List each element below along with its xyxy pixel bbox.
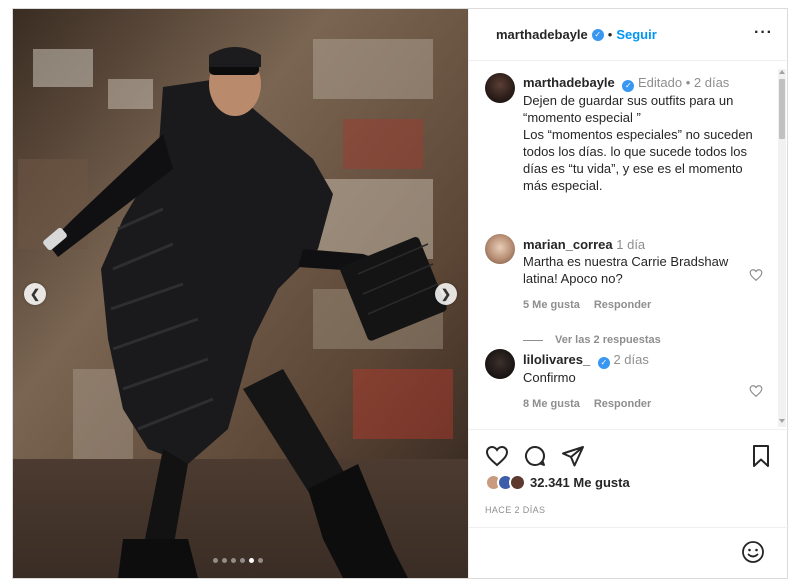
comment-actions: 5 Me gusta Responder bbox=[523, 297, 753, 314]
slide-dot bbox=[240, 558, 245, 563]
verified-badge-icon: ✓ bbox=[597, 357, 610, 369]
slide-indicator bbox=[213, 558, 263, 563]
comment-actions: 8 Me gusta Responder bbox=[523, 396, 753, 413]
verified-badge-icon: ✓ bbox=[622, 80, 635, 92]
slide-dot bbox=[222, 558, 227, 563]
comment-username[interactable]: marian_correa bbox=[523, 237, 613, 252]
caption-line: todos los días. lo que sucede todos los bbox=[523, 144, 748, 159]
caption-line: “momento especial ” bbox=[523, 110, 641, 125]
reply-button[interactable]: Responder bbox=[594, 297, 651, 314]
caption-line: más especial. bbox=[523, 178, 603, 193]
slide-dot-active bbox=[249, 558, 254, 563]
caption-line: días es “tu vida”, y ese es el momento bbox=[523, 161, 743, 176]
smiley-icon[interactable] bbox=[741, 540, 765, 564]
post-actions: 32.341 Me gusta HACE 2 DÍAS bbox=[469, 429, 789, 527]
post-media[interactable]: ❮ ❯ bbox=[13, 9, 468, 578]
caption-line: Dejen de guardar sus outfits para un bbox=[523, 93, 734, 108]
chevron-right-icon: ❯ bbox=[440, 287, 452, 301]
slide-dot bbox=[213, 558, 218, 563]
likes-count[interactable]: 32.341 Me gusta bbox=[530, 475, 630, 490]
slide-dot bbox=[231, 558, 236, 563]
caption-meta: Editado • 2 días bbox=[638, 75, 730, 90]
post-caption: marthadebayle ✓ Editado • 2 días Dejen d… bbox=[523, 74, 773, 194]
view-replies-label: Ver las 2 respuestas bbox=[555, 334, 661, 346]
view-replies-button[interactable]: Ver las 2 respuestas bbox=[523, 334, 661, 346]
liker-avatar bbox=[509, 474, 526, 491]
scroll-up-arrow-icon[interactable] bbox=[779, 70, 785, 74]
comment-item: marian_correa 1 día Martha es nuestra Ca… bbox=[523, 236, 753, 314]
header-separator: • bbox=[607, 27, 613, 42]
comment-likes-link[interactable]: 8 Me gusta bbox=[523, 396, 580, 413]
bookmark-icon[interactable] bbox=[749, 444, 773, 468]
likes-summary[interactable]: 32.341 Me gusta bbox=[485, 474, 630, 491]
commenter-avatar[interactable] bbox=[485, 349, 515, 379]
chevron-left-icon: ❮ bbox=[29, 287, 41, 301]
comment-likes-link[interactable]: 5 Me gusta bbox=[523, 297, 580, 314]
add-comment-bar[interactable] bbox=[469, 527, 789, 578]
next-slide-button[interactable]: ❯ bbox=[435, 283, 457, 305]
scrollbar-thumb[interactable] bbox=[779, 79, 785, 139]
paper-plane-icon[interactable] bbox=[561, 444, 585, 468]
caption-line: Los “momentos especiales” no suceden bbox=[523, 127, 753, 142]
caption-username[interactable]: marthadebayle bbox=[523, 75, 615, 90]
comment-bubble-icon[interactable] bbox=[523, 444, 547, 468]
previous-slide-button[interactable]: ❮ bbox=[24, 283, 46, 305]
comment-heart-icon[interactable] bbox=[749, 268, 763, 282]
comment-text: Confirmo bbox=[523, 370, 576, 385]
commenter-avatar[interactable] bbox=[485, 234, 515, 264]
post-side-panel: marthadebayle ✓ • Seguir ··· marthadebay… bbox=[468, 9, 789, 578]
comment-heart-icon[interactable] bbox=[749, 384, 763, 398]
more-horizontal-icon[interactable]: ··· bbox=[754, 24, 773, 42]
follow-button[interactable]: Seguir bbox=[616, 27, 656, 42]
comment-time: 2 días bbox=[613, 352, 649, 367]
slide-dot bbox=[258, 558, 263, 563]
heart-icon[interactable] bbox=[485, 444, 509, 468]
comment-text: Martha es nuestra Carrie Bradshaw bbox=[523, 254, 729, 269]
post-timestamp[interactable]: HACE 2 DÍAS bbox=[485, 505, 545, 515]
verified-badge-icon: ✓ bbox=[591, 28, 604, 41]
author-avatar[interactable] bbox=[485, 73, 515, 103]
reply-button[interactable]: Responder bbox=[594, 396, 651, 413]
comments-scroll-area[interactable]: marthadebayle ✓ Editado • 2 días Dejen d… bbox=[469, 62, 789, 428]
comment-username[interactable]: lilolivares_ bbox=[523, 352, 590, 367]
liker-avatars bbox=[485, 474, 526, 491]
author-username[interactable]: marthadebayle bbox=[496, 27, 588, 42]
comment-text: latina! Apoco no? bbox=[523, 271, 623, 286]
scroll-down-arrow-icon[interactable] bbox=[779, 419, 785, 423]
fashion-photo bbox=[13, 9, 468, 578]
post-dialog: ❮ ❯ marthadebayle ✓ • Seguir ··· marthad… bbox=[12, 8, 789, 579]
post-header: marthadebayle ✓ • Seguir ··· bbox=[469, 9, 789, 61]
comment-item: lilolivares_ ✓ 2 días Confirmo 8 Me gust… bbox=[523, 351, 753, 413]
replies-divider bbox=[523, 339, 543, 341]
comment-time: 1 día bbox=[616, 237, 646, 252]
